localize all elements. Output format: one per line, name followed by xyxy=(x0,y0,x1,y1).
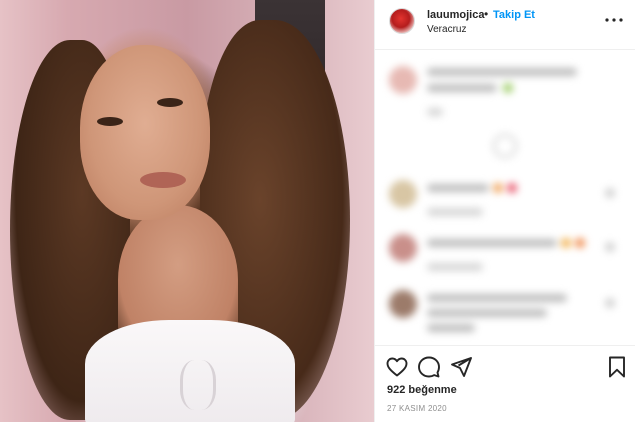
post-photo xyxy=(0,0,374,422)
comment-text xyxy=(427,294,567,302)
comment-avatar xyxy=(389,180,417,208)
username-link[interactable]: lauumojica xyxy=(427,9,484,21)
emoji-icon xyxy=(575,238,585,248)
bookmark-icon[interactable] xyxy=(605,355,629,379)
comment-text xyxy=(427,184,489,192)
follow-button[interactable]: Takip Et xyxy=(493,9,535,21)
post-side-panel: lauumojica • Takip Et Veracruz 922 beğen… xyxy=(374,0,635,422)
bow-tie xyxy=(180,360,216,410)
post-actions: 922 beğenme 27 KASIM 2020 xyxy=(375,345,635,422)
separator-dot: • xyxy=(484,7,489,21)
comment-text xyxy=(427,68,577,76)
comment-meta xyxy=(427,208,483,216)
post-date: 27 KASIM 2020 xyxy=(387,404,447,413)
right-eye xyxy=(157,98,183,107)
emoji-icon xyxy=(503,83,513,93)
heart-icon[interactable] xyxy=(385,355,409,379)
lips xyxy=(140,172,186,188)
emoji-icon xyxy=(507,183,517,193)
comment-avatar xyxy=(389,66,417,94)
post-header: lauumojica • Takip Et Veracruz xyxy=(375,0,635,50)
location-link[interactable]: Veracruz xyxy=(427,24,466,35)
load-more-comments-icon[interactable] xyxy=(493,134,517,158)
comment-icon[interactable] xyxy=(417,355,441,379)
avatar[interactable] xyxy=(389,8,415,34)
comment-like-icon[interactable] xyxy=(605,242,615,252)
emoji-icon xyxy=(493,183,503,193)
comment-meta xyxy=(427,108,443,116)
comment-text xyxy=(427,239,557,247)
left-eye xyxy=(97,117,123,126)
comment-like-icon[interactable] xyxy=(605,188,615,198)
comments-list[interactable] xyxy=(375,50,635,345)
paper-plane-icon[interactable] xyxy=(449,355,473,379)
emoji-icon xyxy=(561,238,571,248)
likes-count[interactable]: 922 beğenme xyxy=(387,384,457,396)
more-options-icon[interactable] xyxy=(602,8,626,32)
comment-text xyxy=(427,324,475,332)
comment-avatar xyxy=(389,290,417,318)
comment-meta xyxy=(427,263,483,271)
comment-like-icon[interactable] xyxy=(605,298,615,308)
face xyxy=(80,45,210,220)
comment-text xyxy=(427,309,547,317)
comment-text xyxy=(427,84,497,92)
comment-avatar xyxy=(389,234,417,262)
